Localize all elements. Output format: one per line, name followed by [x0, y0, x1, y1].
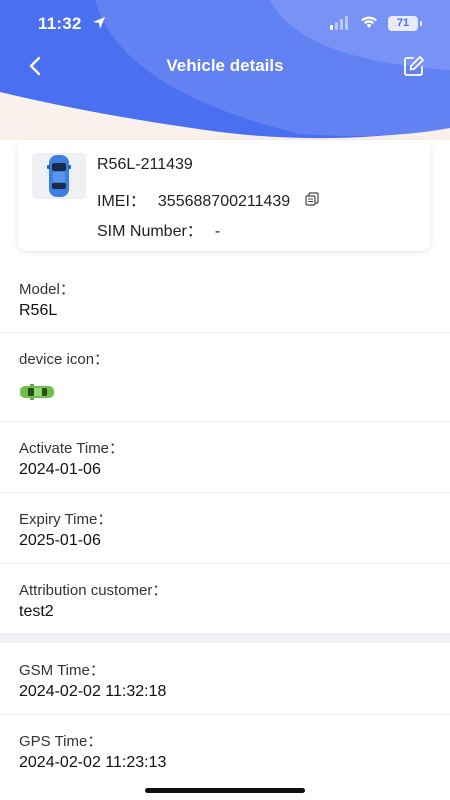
home-indicator[interactable] [145, 788, 305, 793]
imei-row: IMEI： 355688700211439 [97, 187, 319, 211]
device-icon-label: device icon： [19, 351, 110, 368]
wifi-icon [360, 15, 378, 34]
status-time: 11:32 [38, 14, 82, 33]
vehicle-card: R56L-211439 IMEI： 355688700211439 SIM Num… [18, 140, 430, 251]
gps-time-label: GPS Time： [19, 733, 103, 750]
divider [0, 332, 450, 333]
page-title: Vehicle details [166, 56, 284, 75]
divider [0, 714, 450, 715]
attribution-customer-label: Attribution customer： [19, 582, 168, 599]
gsm-time-value: 2024-02-02 11:32:18 [19, 683, 167, 700]
activate-time-value: 2024-01-06 [19, 461, 101, 478]
copy-icon[interactable] [305, 192, 319, 211]
attribution-customer-value: test2 [19, 603, 54, 620]
car-icon [32, 153, 86, 199]
battery-indicator: 71 [388, 16, 418, 31]
divider [0, 492, 450, 493]
status-bar: 11:32 71 [0, 0, 450, 48]
sim-row: SIM Number： - [97, 217, 220, 241]
imei-label: IMEI： [97, 193, 146, 210]
activate-time-label: Activate Time： [19, 440, 125, 457]
model-value: R56L [19, 302, 58, 319]
sim-label: SIM Number： [97, 223, 203, 240]
edit-icon[interactable] [402, 54, 426, 78]
car-icon [19, 383, 55, 406]
vehicle-name: R56L-211439 [97, 156, 193, 173]
expiry-time-value: 2025-01-06 [19, 532, 101, 549]
section-divider [0, 633, 450, 643]
divider [0, 563, 450, 564]
signal-icon [330, 16, 350, 35]
gsm-time-label: GSM Time： [19, 662, 105, 679]
battery-cap [420, 21, 422, 26]
gps-time-value: 2024-02-02 11:23:13 [19, 754, 167, 771]
model-label: Model： [19, 281, 75, 298]
imei-value: 355688700211439 [157, 193, 291, 210]
sim-value: - [214, 223, 221, 240]
expiry-time-label: Expiry Time： [19, 511, 113, 528]
location-arrow-icon [92, 16, 106, 35]
divider [0, 421, 450, 422]
